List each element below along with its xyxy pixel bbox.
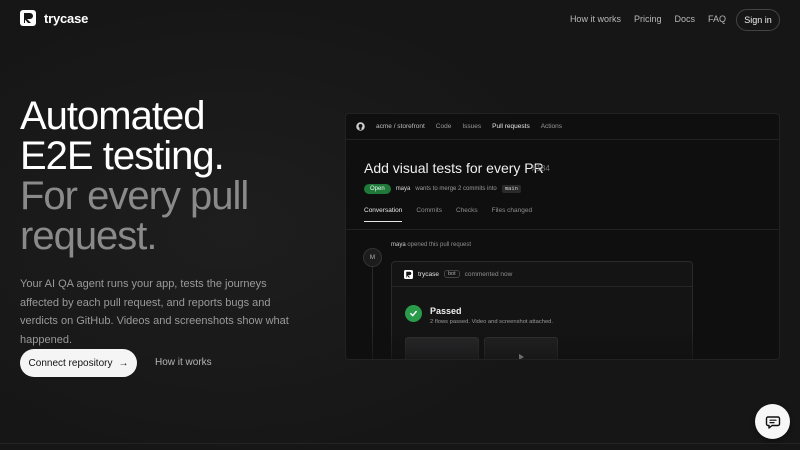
nav-link-faq[interactable]: FAQ xyxy=(708,14,726,24)
opened-event: maya opened this pull request xyxy=(391,242,471,248)
pull-request-preview: acme / storefront Code Issues Pull reque… xyxy=(345,113,780,360)
result-title: Passed xyxy=(430,306,462,316)
pr-author: maya xyxy=(395,186,411,192)
tab-checks[interactable]: Checks xyxy=(456,207,478,214)
comment-header: trycase bot commented now xyxy=(392,262,692,287)
hero-title-line-1: Automated xyxy=(20,94,205,138)
connect-repository-label: Connect repository xyxy=(28,357,113,369)
opened-user: maya xyxy=(391,242,406,248)
hero-title: Automated E2E testing. For every pull re… xyxy=(20,96,340,256)
repo-nav-issues[interactable]: Issues xyxy=(462,123,481,130)
branch-name: main xyxy=(501,185,521,193)
connect-repository-button[interactable]: Connect repository → xyxy=(20,349,137,377)
brand-name: trycase xyxy=(44,10,89,26)
how-it-works-link[interactable]: How it works xyxy=(155,357,212,368)
result-subtitle: 2 flows passed. Video and screenshot att… xyxy=(430,319,553,325)
status-badge: Open xyxy=(364,184,391,194)
nav-links: How it works Pricing Docs FAQ xyxy=(570,14,726,24)
repo-nav-pull-requests[interactable]: Pull requests xyxy=(492,123,530,130)
tab-commits[interactable]: Commits xyxy=(416,207,442,214)
avatar: M xyxy=(363,248,382,267)
repo-name[interactable]: acme / storefront xyxy=(376,123,425,130)
hero-subtitle: Your AI QA agent runs your app, tests th… xyxy=(20,278,289,346)
check-icon xyxy=(405,305,422,322)
opened-text: opened this pull request xyxy=(407,242,472,248)
comment-author: trycase xyxy=(418,270,439,278)
preview-fade xyxy=(346,329,779,359)
pr-title: Add visual tests for every PR xyxy=(364,160,544,176)
hero-title-line-2: E2E testing. xyxy=(20,134,225,178)
repo-header: acme / storefront Code Issues Pull reque… xyxy=(346,114,779,140)
pr-meta-text: wants to merge 2 commits into xyxy=(415,186,497,192)
tabs-divider xyxy=(346,229,779,230)
github-icon xyxy=(356,122,365,131)
nav-link-pricing[interactable]: Pricing xyxy=(634,14,662,24)
arrow-right-icon: → xyxy=(118,357,129,369)
repo-nav-actions[interactable]: Actions xyxy=(541,123,562,130)
chat-bubble-icon xyxy=(765,415,780,429)
bot-badge: bot xyxy=(443,270,460,278)
top-nav: trycase How it works Pricing Docs FAQ Si… xyxy=(0,0,800,40)
trycase-logo-icon xyxy=(20,10,36,26)
nav-link-docs[interactable]: Docs xyxy=(674,14,695,24)
brand-logo[interactable]: trycase xyxy=(20,10,88,26)
hero-title-line-4: request. xyxy=(20,214,158,258)
trycase-logo-icon xyxy=(404,269,413,279)
pr-number: #184 xyxy=(532,164,550,173)
tab-files-changed[interactable]: Files changed xyxy=(492,207,532,214)
bottom-divider xyxy=(0,443,800,444)
sign-in-button[interactable]: Sign in xyxy=(736,9,780,31)
comment-time: commented now xyxy=(464,270,513,278)
hero-title-line-3: For every pull xyxy=(20,174,249,218)
pr-tabs: Conversation Commits Checks Files change… xyxy=(364,207,532,222)
nav-link-how-it-works[interactable]: How it works xyxy=(570,14,621,24)
repo-nav-code[interactable]: Code xyxy=(436,123,452,130)
tab-conversation[interactable]: Conversation xyxy=(364,207,403,222)
chat-button[interactable] xyxy=(755,404,790,439)
pr-meta: Open maya wants to merge 2 commits into … xyxy=(364,184,521,194)
